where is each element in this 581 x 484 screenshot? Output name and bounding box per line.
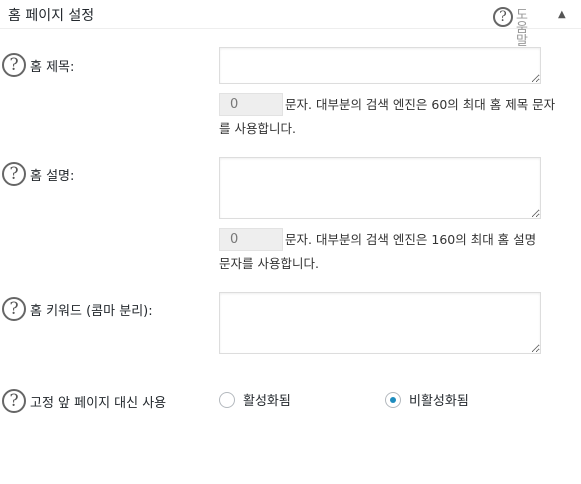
home-title-input[interactable] <box>219 47 541 84</box>
question-circle-icon[interactable]: ? <box>2 162 26 186</box>
home-keywords-label: 홈 키워드 (콤마 분리): <box>30 303 153 319</box>
panel-title: 홈 페이지 설정 <box>8 8 95 24</box>
question-circle-icon[interactable]: ? <box>2 53 26 77</box>
radio-disabled[interactable] <box>385 391 401 408</box>
radio-enabled[interactable] <box>219 391 235 408</box>
radio-disabled-label[interactable]: 비활성화됨 <box>409 390 469 409</box>
radio-enabled-label[interactable]: 활성화됨 <box>243 390 291 409</box>
home-title-char-count: 0 <box>219 93 283 116</box>
help-label[interactable]: 도움말 <box>516 9 530 48</box>
static-front-page-label-row: ? 고정 앞 페이지 대신 사용 <box>2 388 166 414</box>
static-front-page-label: 고정 앞 페이지 대신 사용 <box>30 395 167 411</box>
question-circle-icon[interactable]: ? <box>2 297 26 321</box>
home-title-label-row: ? 홈 제목: <box>2 52 74 78</box>
home-keywords-input[interactable] <box>219 292 541 354</box>
home-description-counter: 0 문자. 대부분의 검색 엔진은 160의 최대 홈 설명 문자를 사용합니다. <box>219 228 549 276</box>
home-description-label: 홈 설명: <box>30 168 75 184</box>
radio-option-enabled[interactable]: 활성화됨 <box>219 390 291 409</box>
home-description-label-row: ? 홈 설명: <box>2 161 74 187</box>
home-title-label: 홈 제목: <box>30 59 75 75</box>
home-description-input[interactable] <box>219 157 541 219</box>
radio-option-disabled[interactable]: 비활성화됨 <box>385 390 469 409</box>
question-circle-icon[interactable]: ? <box>493 7 513 27</box>
help-link[interactable]: ? 도움말 <box>493 7 533 48</box>
panel-header: 홈 페이지 설정 ? 도움말 ▲ <box>0 0 581 48</box>
question-circle-icon[interactable]: ? <box>2 389 26 413</box>
home-title-counter: 0 문자. 대부분의 검색 엔진은 60의 최대 홈 제목 문자를 사용합니다. <box>219 93 559 141</box>
home-description-char-count: 0 <box>219 228 283 251</box>
collapse-toggle-icon[interactable]: ▲ <box>558 9 566 20</box>
home-keywords-label-row: ? 홈 키워드 (콤마 분리): <box>2 296 153 322</box>
